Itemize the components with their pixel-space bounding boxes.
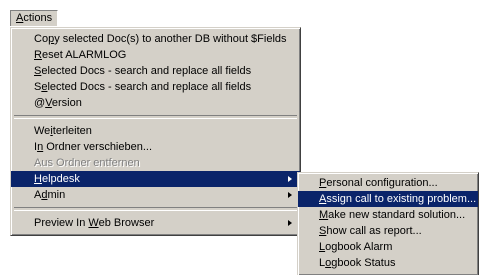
menu-item-helpdesk[interactable]: Helpdesk: [11, 171, 300, 187]
submenu-arrow-icon: [288, 192, 292, 198]
submenu-item-logbook-alarm[interactable]: Logbook Alarm: [298, 239, 478, 255]
submenu-item-assign-call[interactable]: Assign call to existing problem...: [298, 191, 478, 207]
menu-item-weiterleiten[interactable]: Weiterleiten: [11, 123, 300, 139]
menu-item-preview-in-web-browser[interactable]: Preview In Web Browser: [11, 215, 300, 231]
menu-item-version[interactable]: @Version: [11, 95, 300, 111]
menu-item-search-replace-1[interactable]: Selected Docs - search and replace all f…: [11, 63, 300, 79]
submenu-item-personal-configuration[interactable]: Personal configuration...: [298, 175, 478, 191]
menu-item-admin[interactable]: Admin: [11, 187, 300, 203]
helpdesk-submenu: Personal configuration... Assign call to…: [297, 172, 479, 275]
menu-item-reset-alarmlog[interactable]: Reset ALARMLOG: [11, 47, 300, 63]
actions-menu: Copy selected Doc(s) to another DB witho…: [10, 27, 301, 236]
submenu-item-logbook-status[interactable]: Logbook Status: [298, 255, 478, 271]
submenu-arrow-icon: [288, 220, 292, 226]
submenu-arrow-icon: [288, 176, 292, 182]
submenu-item-new-standard-solution[interactable]: Make new standard solution...: [298, 207, 478, 223]
submenu-item-show-call-as-report[interactable]: Show call as report...: [298, 223, 478, 239]
menu-separator: [14, 115, 297, 119]
menu-item-aus-ordner-entfernen: Aus Ordner entfernen: [34, 157, 140, 169]
menu-separator: [14, 207, 297, 211]
menu-item-in-ordner-verschieben[interactable]: In Ordner verschieben...: [11, 139, 300, 155]
menu-actions[interactable]: Actions: [10, 10, 59, 26]
menu-item-search-replace-2[interactable]: Selected Docs - search and replace all f…: [11, 79, 300, 95]
menu-item-copy-docs[interactable]: Copy selected Doc(s) to another DB witho…: [11, 31, 300, 47]
